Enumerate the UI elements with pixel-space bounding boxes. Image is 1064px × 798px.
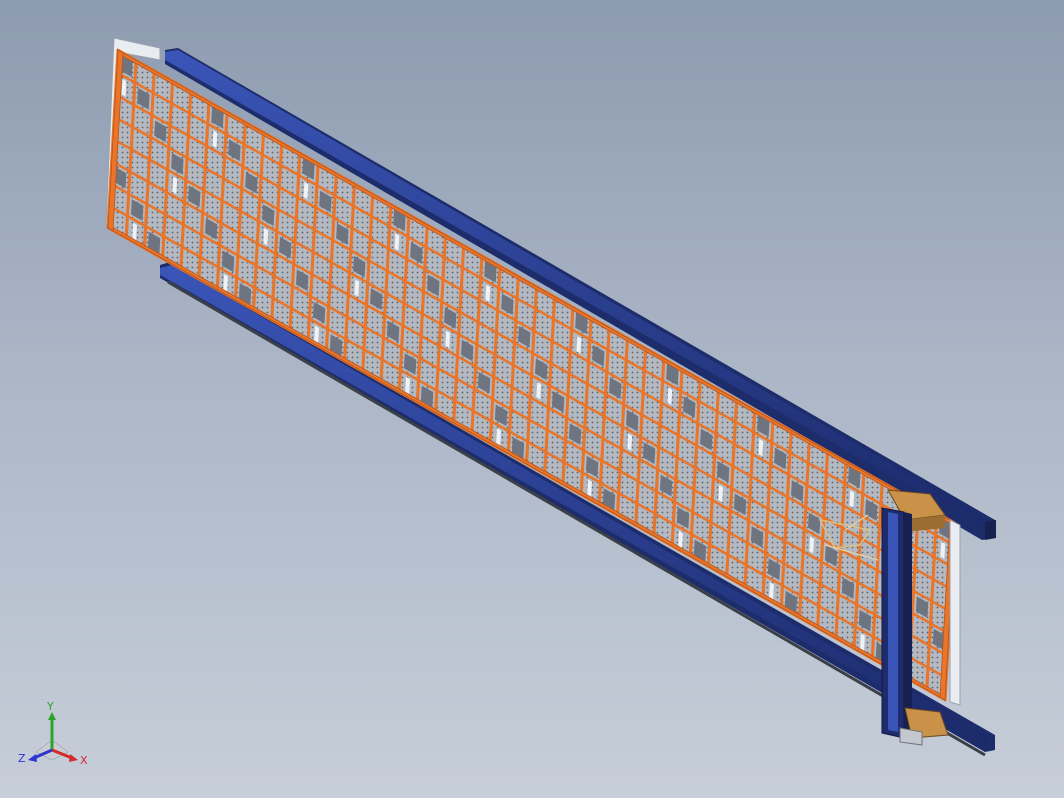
frame-cell-light — [769, 582, 774, 600]
frame-cell-light — [496, 428, 501, 446]
frame-rib-horizontal — [111, 159, 949, 636]
frame-cell-light — [314, 325, 320, 343]
frame-cell-light — [354, 279, 360, 297]
frame-rib-horizontal — [112, 137, 951, 613]
right-end-plate — [949, 519, 961, 706]
frame-cell-light — [627, 433, 633, 451]
frame-cell-light — [718, 484, 724, 503]
frame-cell-light — [485, 284, 491, 303]
frame-cell-light — [536, 382, 542, 400]
frame-rib-horizontal — [115, 93, 953, 569]
frame-cell-light — [940, 541, 946, 559]
frame-cell-light — [445, 330, 451, 349]
frame-cell-light — [849, 490, 855, 508]
frame-cell-light — [678, 530, 683, 549]
frame-cell-light — [587, 479, 592, 497]
frame-cell-light — [405, 376, 411, 395]
frame-cell-light — [758, 438, 764, 457]
frame-cell-light — [263, 228, 269, 246]
frame-cell-light — [303, 181, 309, 200]
axis-triad: Y X Z — [18, 700, 88, 767]
frame-cell-light — [132, 222, 138, 241]
frame-cell-light — [121, 79, 127, 97]
main-frame — [106, 48, 957, 702]
frame-cell-light — [667, 387, 673, 405]
axis-label-z: Z — [18, 752, 26, 765]
frame-assembly-model[interactable] — [0, 0, 1064, 798]
frame-cell-light — [809, 536, 815, 554]
frame-rib-horizontal — [114, 115, 952, 591]
frame-cell-light — [394, 233, 400, 251]
axis-label-y: Y — [46, 700, 54, 713]
frame-cell-light — [212, 130, 218, 148]
frame-cell-light — [223, 274, 229, 292]
frame-cell-light — [860, 633, 865, 651]
cad-viewport[interactable]: Y X Z — [0, 0, 1064, 798]
axis-label-x: X — [80, 754, 88, 767]
frame-cell-light — [172, 176, 178, 195]
frame-cell-light — [576, 336, 582, 354]
